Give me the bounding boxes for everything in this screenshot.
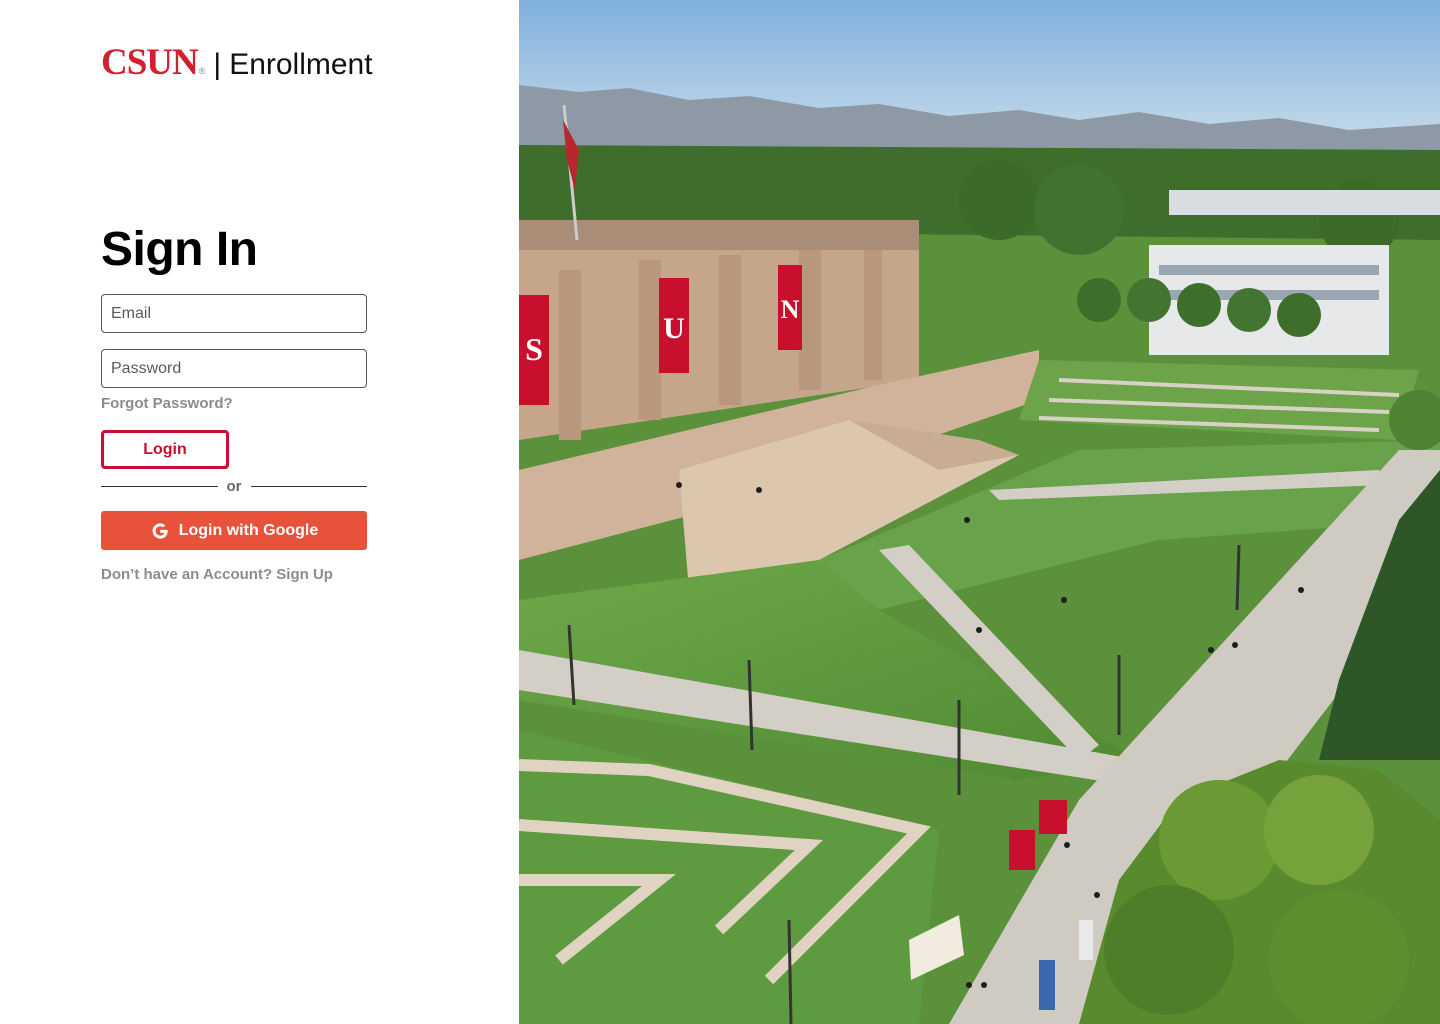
registered-mark: ® [198,66,206,76]
brand-separator: | [213,48,222,81]
login-with-google-button[interactable]: Login with Google [101,511,367,550]
password-field[interactable] [101,349,367,388]
divider-line-right [250,485,367,487]
sign-in-panel: CSUN ® | Enrollment Sign In Forgot Passw… [0,0,519,1024]
email-field[interactable] [101,294,367,333]
forgot-password-link[interactable]: Forgot Password? [101,395,233,412]
brand-header: CSUN ® | Enrollment [101,44,373,82]
banner-letter-u: U [663,312,685,345]
app-name: Enrollment [229,48,373,81]
google-button-label: Login with Google [178,521,319,539]
or-divider: or [101,476,367,496]
divider-label: or [226,477,242,495]
google-icon [150,521,170,541]
csun-logo: CSUN [101,42,199,83]
banner-letter-n: N [781,295,800,324]
login-button[interactable]: Login [101,430,229,469]
page-title: Sign In [101,223,258,276]
signup-prompt[interactable]: Don’t have an Account? Sign Up [101,566,333,583]
banner-letter-s: S [525,331,543,367]
campus-hero-image: S U N [519,0,1440,1024]
divider-line-left [101,485,218,487]
